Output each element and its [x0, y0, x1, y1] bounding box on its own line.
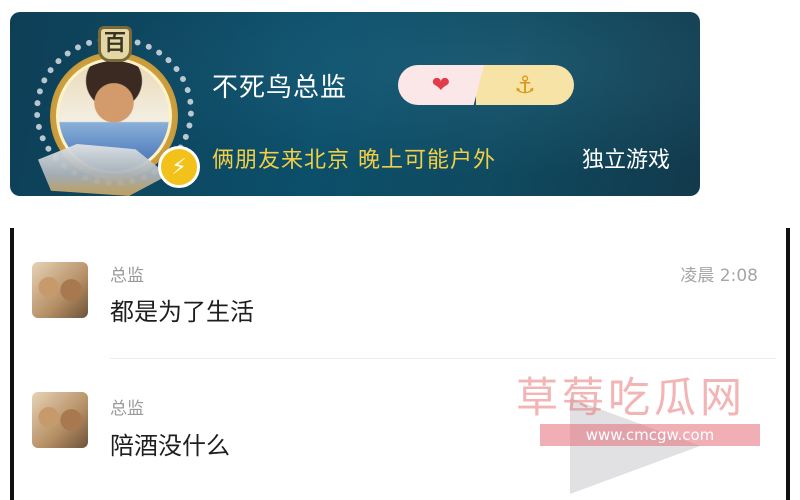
avatar-frame[interactable]: 百 ⚡	[24, 18, 204, 196]
heart-icon[interactable]: ❤	[398, 65, 484, 105]
message-text: 陪酒没什么	[110, 432, 230, 460]
message-sender: 总监	[110, 399, 144, 419]
anchor-icon[interactable]: ⚓	[476, 65, 574, 105]
divider	[110, 358, 776, 359]
rank-badge: 百	[98, 26, 132, 62]
watermark-title: 草莓吃瓜网	[516, 373, 747, 422]
status-text: 俩朋友来北京 晚上可能户外	[212, 148, 496, 173]
username: 不死鸟总监	[212, 73, 348, 103]
avatar[interactable]	[32, 262, 88, 318]
category-tag[interactable]: 独立游戏	[582, 142, 670, 174]
badge-pill[interactable]: ❤ ⚓	[398, 65, 574, 105]
lightning-bolt-icon: ⚡	[158, 146, 200, 188]
profile-card: 百 ⚡ 不死鸟总监 ❤ ⚓ 俩朋友来北京 晚上可能户外 独立游戏	[10, 12, 700, 196]
avatar[interactable]	[32, 392, 88, 448]
message-time: 凌晨 2:08	[680, 266, 758, 286]
message-sender: 总监	[110, 266, 144, 286]
message-text: 都是为了生活	[110, 298, 254, 326]
watermark-url: www.cmcgw.com	[540, 424, 760, 446]
